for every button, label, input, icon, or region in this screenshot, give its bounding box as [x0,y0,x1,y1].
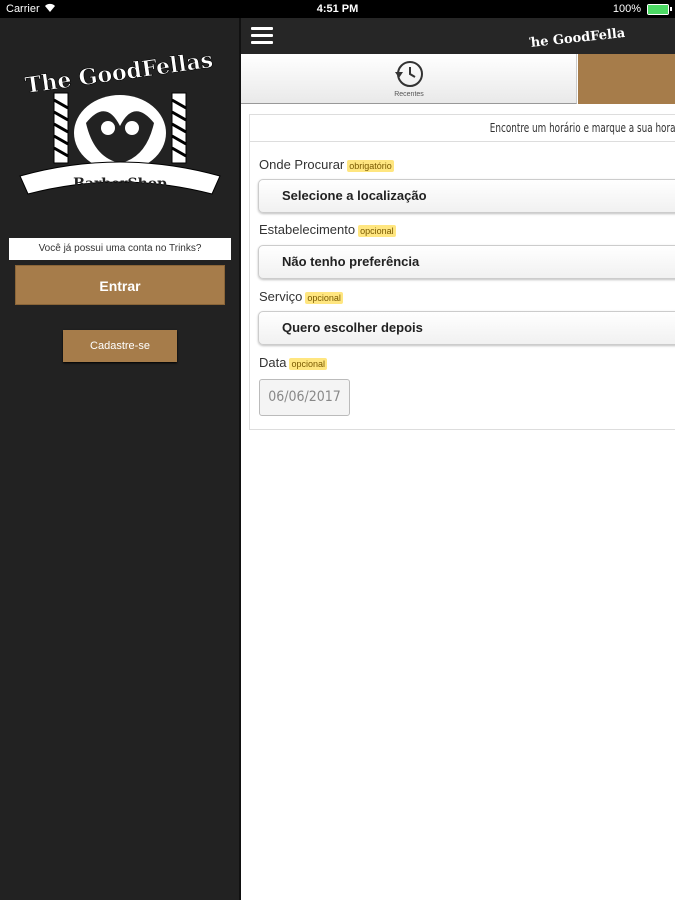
search-form: Encontre um horário e marque a sua hora … [249,114,675,430]
date-label-text: Data [259,355,287,370]
top-navbar: The GoodFellas [241,18,675,54]
optional-badge: opcional [289,357,327,370]
date-label: Data opcional [259,355,327,370]
history-icon [391,58,427,92]
navbar-logo-text: The GoodFellas [529,25,625,50]
battery-tip [670,7,672,11]
service-label-text: Serviço [259,289,303,304]
location-label: Onde Procurar obrigatório [259,157,394,172]
establishment-select[interactable]: Não tenho preferência [258,245,675,279]
tab-active-indicator[interactable] [578,54,675,104]
account-prompt: Você já possui uma conta no Trinks? [9,238,231,260]
establishment-label: Estabelecimento opcional [259,222,396,237]
clock: 4:51 PM [316,3,359,15]
battery-icon [647,4,669,15]
tab-bar: Recentes [241,54,675,106]
hamburger-menu-icon[interactable] [251,27,273,45]
tab-recentes-label: Recentes [394,91,424,98]
login-button[interactable]: Entrar [15,265,225,305]
sidebar: The GoodFellas BarberShop Você já possui… [0,18,239,900]
form-headline: Encontre um horário e marque a sua hora [250,115,675,142]
logo-subtitle-text: BarberShop [73,176,167,192]
navbar-logo: The GoodFellas [520,22,633,52]
location-label-text: Onde Procurar [259,157,345,172]
required-badge: obrigatório [347,159,394,172]
service-label: Serviço opcional [259,289,343,304]
date-input[interactable]: 06/06/2017 [259,379,350,416]
location-select[interactable]: Selecione a localização [258,179,675,213]
service-select[interactable]: Quero escolher depois [258,311,675,345]
optional-badge: opcional [305,291,343,304]
register-button[interactable]: Cadastre-se [63,330,177,362]
establishment-label-text: Estabelecimento [259,222,356,237]
form-headline-text: Encontre um horário e marque a sua hora [490,121,675,135]
logo-title-text: The GoodFellas [23,47,214,99]
battery-percent: 100% [612,3,641,15]
optional-badge: opcional [358,224,396,237]
status-bar: Carrier 4:51 PM 100% [0,0,675,18]
tab-recentes[interactable]: Recentes [241,54,577,104]
goodfellas-logo: The GoodFellas BarberShop [16,38,224,200]
main-content: Encontre um horário e marque a sua hora … [241,106,675,900]
